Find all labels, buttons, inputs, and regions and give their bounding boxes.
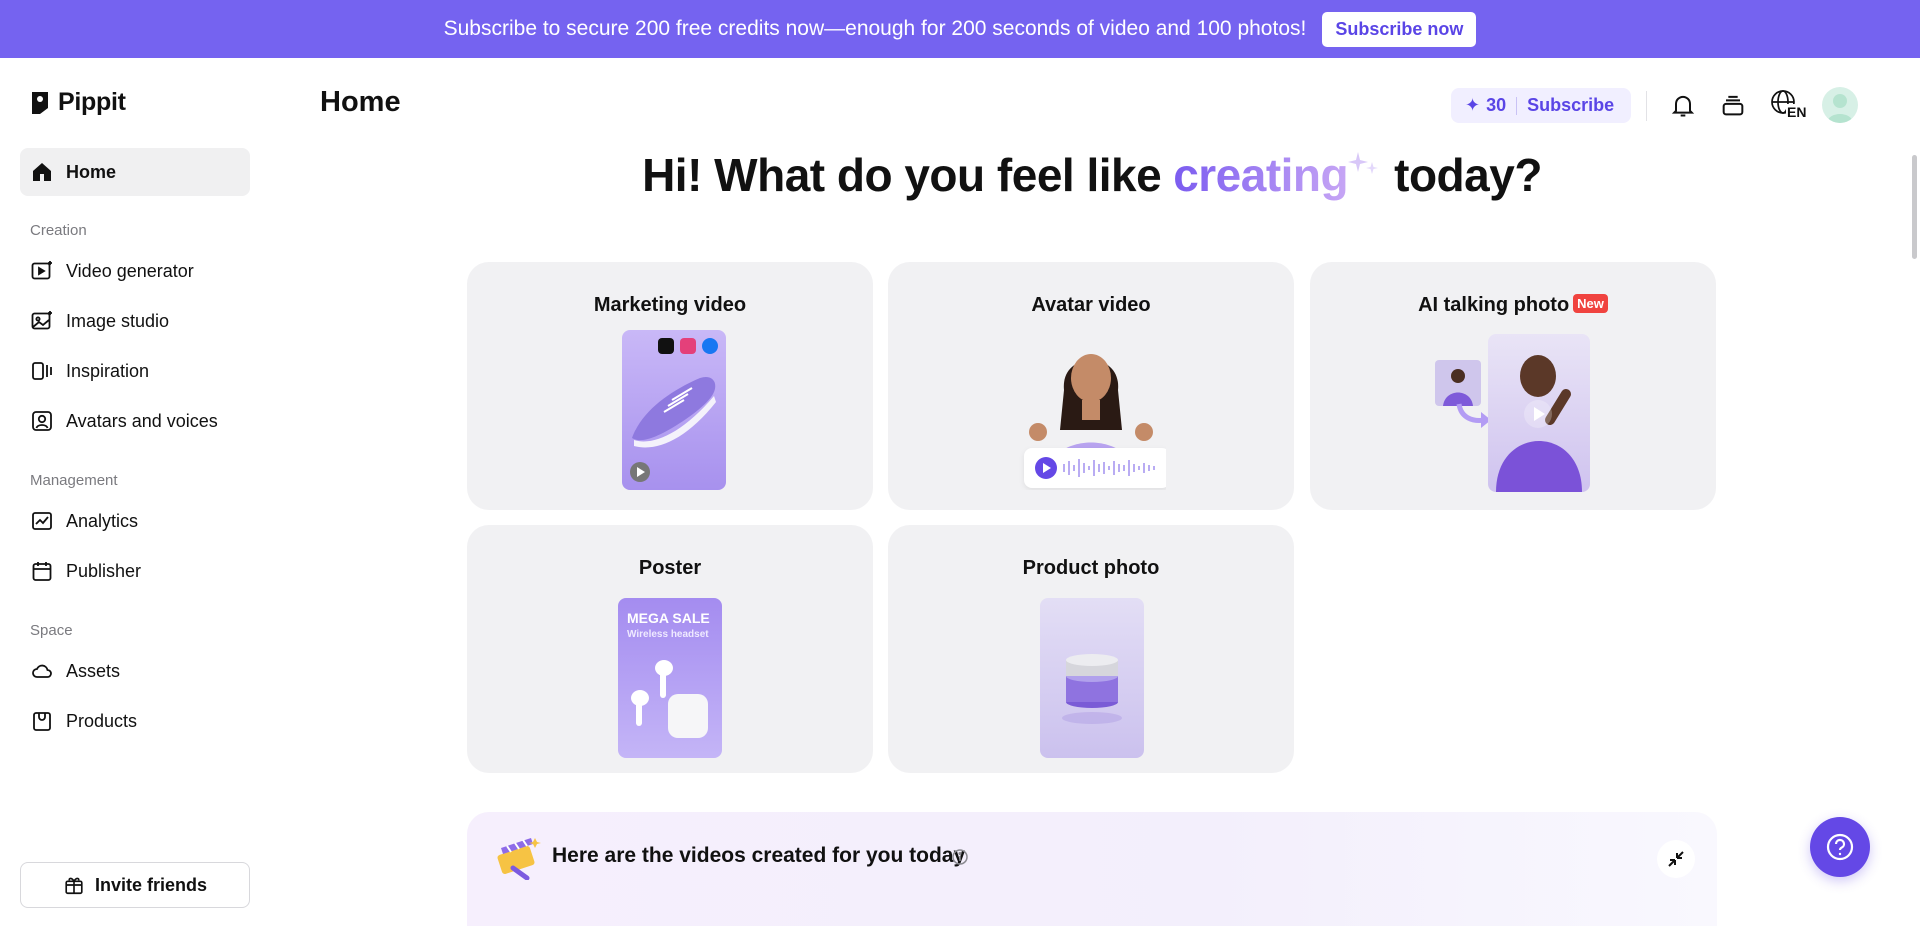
language-code: EN xyxy=(1786,104,1808,120)
talking-person-image xyxy=(1496,355,1582,492)
cream-jar-image xyxy=(1062,654,1122,724)
credits-count: 30 xyxy=(1486,95,1507,115)
videos-panel-title: Here are the videos created for you toda… xyxy=(552,844,966,867)
avatar-icon xyxy=(32,411,52,431)
card-poster[interactable]: Poster MEGA SALE Wireless headset xyxy=(467,525,873,773)
sparkle-icon: ✦ xyxy=(1465,95,1481,115)
greeting-heading: Hi! What do you feel like creating today… xyxy=(0,148,1920,202)
page-title: Home xyxy=(320,86,401,118)
sidebar-item-image-studio[interactable]: Image studio xyxy=(20,297,250,345)
gift-icon xyxy=(65,877,83,895)
card-ai-talking-photo[interactable]: AI talking photo New xyxy=(1310,262,1716,510)
sidebar-item-products[interactable]: Products xyxy=(20,697,250,745)
sidebar-item-analytics[interactable]: Analytics xyxy=(20,497,250,545)
sidebar-item-label: Publisher xyxy=(66,560,142,581)
card-title: AI talking photo New xyxy=(1310,294,1716,317)
section-space: Space xyxy=(30,622,73,639)
cloud-icon xyxy=(32,664,52,678)
analytics-icon xyxy=(32,512,52,530)
credits-pill[interactable]: ✦ 30 Subscribe xyxy=(1451,88,1631,123)
help-button[interactable] xyxy=(1810,817,1870,877)
user-avatar-icon xyxy=(1827,94,1853,123)
section-management: Management xyxy=(30,472,118,489)
pill-divider xyxy=(1516,96,1518,115)
scrollbar[interactable] xyxy=(1912,155,1917,259)
invite-friends-button[interactable]: Invite friends xyxy=(20,862,250,908)
sparkle-icon xyxy=(1348,152,1379,174)
sidebar-item-avatars-voices[interactable]: Avatars and voices xyxy=(20,397,250,445)
info-icon[interactable] xyxy=(951,848,969,866)
talking-photo-thumbnail xyxy=(1488,334,1590,492)
collapse-arrows-icon xyxy=(1668,851,1684,867)
subscribe-now-button[interactable]: Subscribe now xyxy=(1322,11,1477,47)
sidebar-item-publisher[interactable]: Publisher xyxy=(20,547,250,595)
product-photo-thumbnail xyxy=(1040,598,1144,758)
product-box-icon xyxy=(33,712,51,731)
stack-icon xyxy=(1722,95,1744,116)
banner-text: Subscribe to secure 200 free credits now… xyxy=(443,17,1307,40)
card-title: Poster xyxy=(638,557,702,579)
credits-stack-button[interactable] xyxy=(1716,88,1750,122)
avatar-video-thumbnail xyxy=(1016,330,1166,490)
clapperboard-icon xyxy=(497,838,541,880)
header-divider xyxy=(1646,91,1647,121)
subscribe-link[interactable]: Subscribe xyxy=(1527,95,1614,116)
sidebar-item-label: Video generator xyxy=(66,260,194,281)
brand-name: Pippit xyxy=(58,88,126,116)
sneaker-image xyxy=(630,338,718,482)
pippit-logo-icon xyxy=(32,91,48,114)
card-avatar-video[interactable]: Avatar video xyxy=(888,262,1294,510)
sidebar-item-inspiration[interactable]: Inspiration xyxy=(20,347,250,395)
greeting-before: Hi! What do you feel like xyxy=(642,149,1162,201)
sidebar-item-label: Avatars and voices xyxy=(66,410,218,431)
audio-player[interactable] xyxy=(1024,448,1166,488)
greeting-highlight: creating xyxy=(1173,149,1349,201)
sidebar-item-label: Products xyxy=(66,710,138,731)
card-title: Product photo xyxy=(1022,557,1160,579)
new-badge: New xyxy=(1573,294,1608,313)
card-title: Marketing video xyxy=(593,294,747,316)
card-marketing-video[interactable]: Marketing video xyxy=(467,262,873,510)
card-product-photo[interactable]: Product photo xyxy=(888,525,1294,773)
sidebar-item-label: Assets xyxy=(66,660,121,681)
sidebar-item-label: Inspiration xyxy=(66,360,150,381)
audio-waveform-icon xyxy=(1035,457,1155,479)
subscribe-banner: Subscribe to secure 200 free credits now… xyxy=(0,0,1920,58)
sidebar-item-video-generator[interactable]: Video generator xyxy=(20,247,250,295)
notifications-button[interactable] xyxy=(1666,88,1700,122)
section-creation: Creation xyxy=(30,222,87,239)
sidebar-item-label: Analytics xyxy=(66,510,139,531)
poster-thumbnail: MEGA SALE Wireless headset xyxy=(618,598,722,758)
marketing-video-thumbnail xyxy=(622,330,726,490)
card-title-text: AI talking photo xyxy=(1418,294,1570,316)
calendar-icon xyxy=(32,562,52,581)
question-icon xyxy=(1826,833,1854,861)
bell-icon xyxy=(1671,95,1695,117)
language-button[interactable]: EN xyxy=(1766,88,1808,122)
user-avatar[interactable] xyxy=(1822,87,1858,123)
sidebar-item-assets[interactable]: Assets xyxy=(20,647,250,695)
greeting-after: today? xyxy=(1394,149,1542,201)
invite-label: Invite friends xyxy=(94,874,208,895)
inspiration-icon xyxy=(32,362,52,380)
sidebar-item-label: Image studio xyxy=(66,310,170,331)
video-generator-icon xyxy=(31,261,52,280)
image-studio-icon xyxy=(31,311,52,330)
poster-subheadline: Wireless headset xyxy=(627,629,709,640)
logo[interactable]: Pippit xyxy=(30,88,126,117)
card-title: Avatar video xyxy=(1031,294,1151,316)
videos-panel: Here are the videos created for you toda… xyxy=(467,812,1717,926)
collapse-button[interactable] xyxy=(1657,840,1695,878)
poster-headline: MEGA SALE xyxy=(627,610,710,626)
